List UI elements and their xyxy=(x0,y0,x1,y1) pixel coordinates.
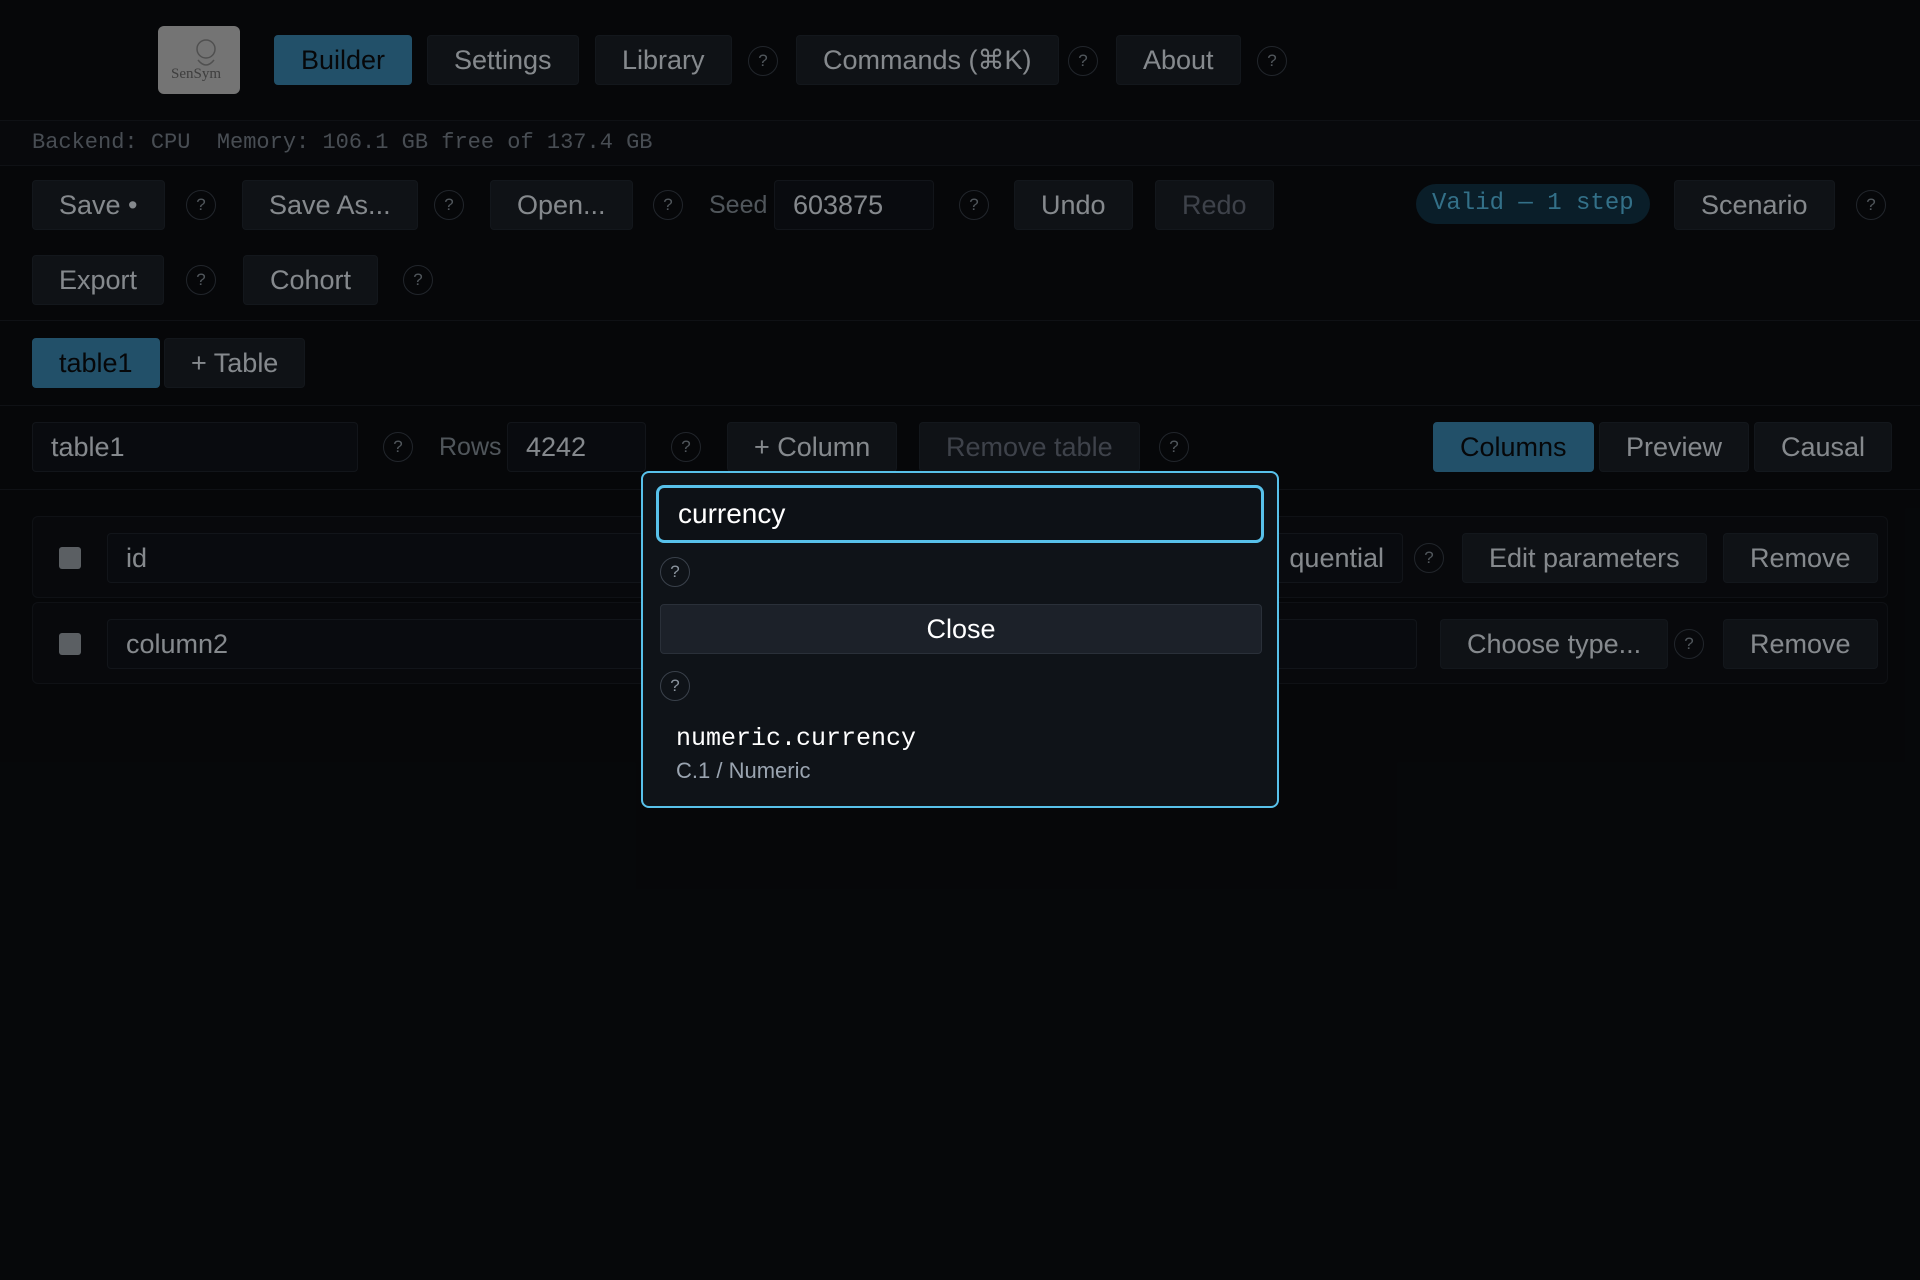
type-result-category: C.1 / Numeric xyxy=(676,758,811,783)
close-button[interactable]: Close xyxy=(660,604,1262,654)
type-search-input[interactable]: currency xyxy=(656,485,1264,543)
search-help-icon[interactable]: ? xyxy=(660,557,690,587)
app-root: SenSym Builder Settings Library ? Comman… xyxy=(0,0,1920,1280)
type-picker-dialog: currency ? Close ? numeric.currency C.1 … xyxy=(641,471,1279,808)
type-result-name: numeric.currency xyxy=(676,724,917,753)
results-help-icon[interactable]: ? xyxy=(660,671,690,701)
